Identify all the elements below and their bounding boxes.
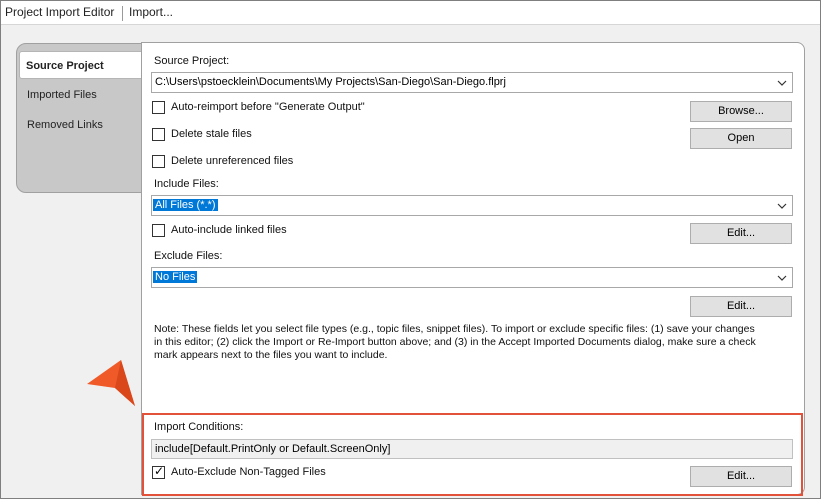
note-line-1: Note: These fields let you select file t…	[154, 323, 755, 335]
import-conditions-value: include[Default.PrintOnly or Default.Scr…	[155, 443, 391, 455]
window-frame: Project Import Editor Import... Source P…	[0, 0, 821, 499]
note-line-2: in this editor; (2) click the Import or …	[154, 336, 756, 348]
import-conditions-field[interactable]: include[Default.PrintOnly or Default.Scr…	[151, 439, 793, 459]
exclude-files-combo[interactable]: No Files	[151, 267, 793, 288]
include-files-combo[interactable]: All Files (*.*)	[151, 195, 793, 216]
auto-include-linked-label: Auto-include linked files	[171, 224, 287, 236]
tab-removed-links[interactable]: Removed Links	[21, 111, 142, 139]
window-title: Project Import Editor	[5, 5, 115, 19]
note-line-3: mark appears next to the files you want …	[154, 349, 388, 361]
chevron-down-icon	[777, 203, 787, 209]
auto-exclude-checkbox[interactable]	[152, 464, 165, 479]
open-button[interactable]: Open	[690, 128, 792, 149]
auto-reimport-checkbox[interactable]	[152, 101, 165, 114]
exclude-files-label: Exclude Files:	[154, 250, 223, 262]
conditions-edit-button[interactable]: Edit...	[690, 466, 792, 487]
tab-source-project[interactable]: Source Project	[19, 51, 143, 79]
include-files-value: All Files (*.*)	[153, 199, 218, 211]
browse-button[interactable]: Browse...	[690, 101, 792, 122]
pointer-arrow-icon	[87, 360, 135, 406]
source-project-label: Source Project:	[154, 55, 230, 67]
editor-header: Project Import Editor Import...	[1, 1, 820, 25]
delete-unreferenced-checkbox[interactable]	[152, 155, 165, 168]
title-divider	[122, 6, 123, 21]
tab-imported-files[interactable]: Imported Files	[21, 81, 142, 109]
auto-reimport-label: Auto-reimport before "Generate Output"	[171, 101, 365, 113]
auto-include-linked-checkbox[interactable]	[152, 224, 165, 237]
exclude-edit-button[interactable]: Edit...	[690, 296, 792, 317]
delete-unreferenced-label: Delete unreferenced files	[171, 155, 294, 167]
source-project-path: C:\Users\pstoecklein\Documents\My Projec…	[155, 76, 506, 88]
source-project-combo[interactable]: C:\Users\pstoecklein\Documents\My Projec…	[151, 72, 793, 93]
import-conditions-label: Import Conditions:	[154, 421, 244, 433]
auto-exclude-label: Auto-Exclude Non-Tagged Files	[171, 466, 326, 478]
include-edit-button[interactable]: Edit...	[690, 223, 792, 244]
delete-stale-label: Delete stale files	[171, 128, 252, 140]
include-files-label: Include Files:	[154, 178, 219, 190]
import-menu-item[interactable]: Import...	[129, 5, 173, 19]
chevron-down-icon	[777, 80, 787, 86]
chevron-down-icon	[777, 275, 787, 281]
delete-stale-checkbox[interactable]	[152, 128, 165, 141]
exclude-files-value: No Files	[153, 271, 198, 283]
